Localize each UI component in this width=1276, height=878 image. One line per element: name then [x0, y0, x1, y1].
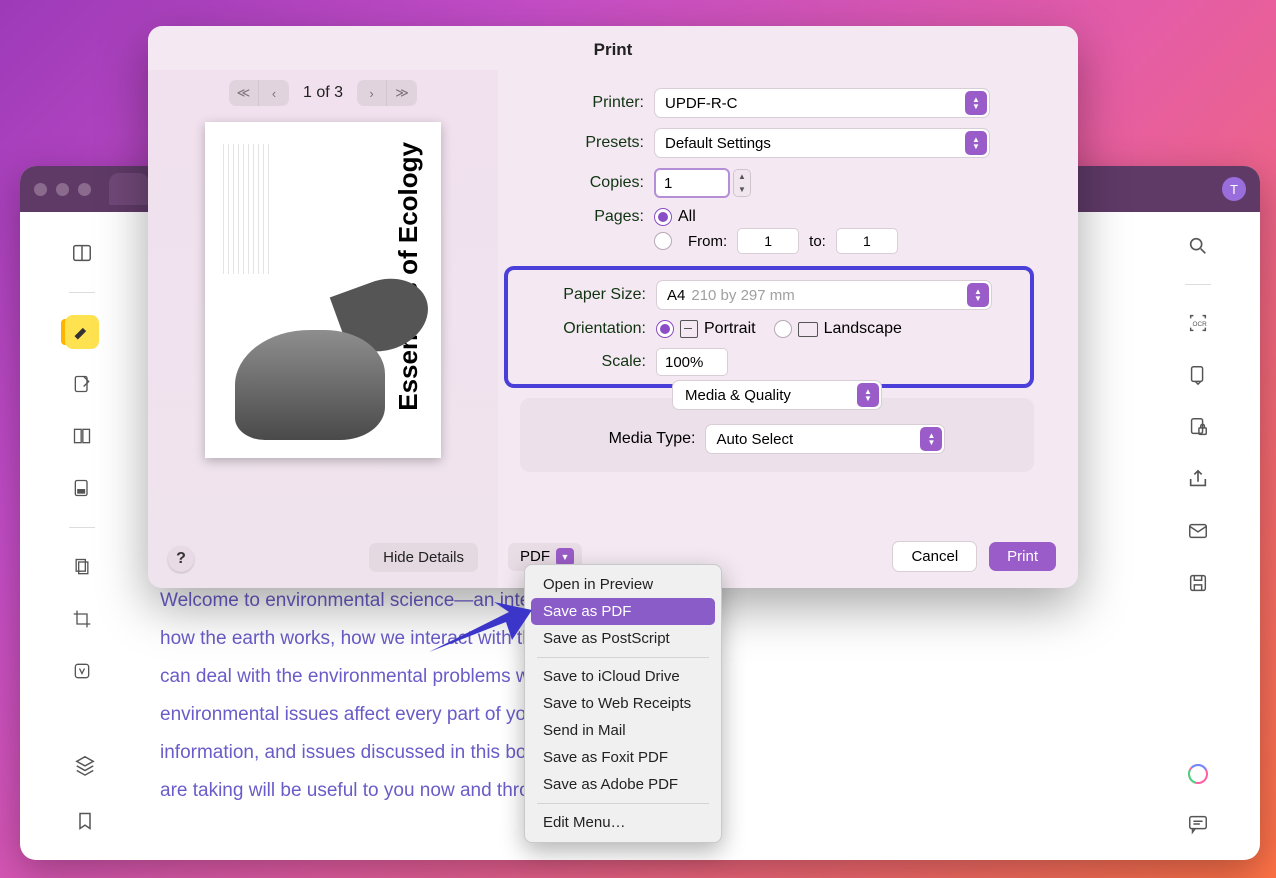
presets-value: Default Settings [665, 135, 771, 152]
page-tool-icon[interactable] [65, 550, 99, 584]
menu-save-web-receipts[interactable]: Save to Web Receipts [531, 690, 715, 717]
layers-icon[interactable] [68, 748, 102, 782]
preview-pane: ≪ ‹ 1 of 3 › ≫ Essentials of Ecology ? H… [148, 70, 498, 588]
hide-details-button[interactable]: Hide Details [369, 543, 478, 572]
protect-icon[interactable] [1184, 413, 1212, 441]
media-type-value: Auto Select [716, 431, 793, 448]
stepper-down-icon[interactable]: ▼ [734, 183, 750, 196]
pages-from-label: From: [688, 233, 727, 250]
page-counter: 1 of 3 [303, 84, 343, 102]
first-page-icon[interactable]: ≪ [229, 80, 259, 106]
scale-input[interactable] [656, 348, 728, 376]
user-avatar[interactable]: T [1222, 177, 1246, 201]
portrait-radio[interactable] [656, 320, 674, 338]
updf-logo-icon[interactable] [1184, 760, 1212, 788]
orientation-label: Orientation: [508, 320, 656, 338]
portrait-label: Portrait [704, 320, 756, 338]
edit-tool-icon[interactable] [65, 367, 99, 401]
copies-stepper[interactable]: ▲▼ [733, 169, 751, 197]
comment-icon[interactable] [1184, 810, 1212, 838]
chevron-updown-icon: ▲▼ [965, 131, 987, 155]
pdf-dropdown-menu: Open in Preview Save as PDF Save as Post… [524, 564, 722, 843]
menu-save-adobe[interactable]: Save as Adobe PDF [531, 771, 715, 798]
pages-all-radio[interactable] [654, 208, 672, 226]
pages-all-label: All [678, 208, 696, 226]
pages-from-input[interactable] [737, 228, 799, 254]
prev-page-icon[interactable]: ‹ [259, 80, 289, 106]
ocr-tool-icon[interactable] [65, 654, 99, 688]
menu-send-mail[interactable]: Send in Mail [531, 717, 715, 744]
portrait-icon [680, 320, 698, 338]
menu-save-as-pdf[interactable]: Save as PDF [531, 598, 715, 625]
reader-tool-icon[interactable] [65, 236, 99, 270]
section-value: Media & Quality [685, 387, 791, 404]
highlight-tool-icon[interactable] [65, 315, 99, 349]
next-page-group[interactable]: › ≫ [357, 80, 417, 106]
pdf-label: PDF [520, 548, 550, 565]
presets-select[interactable]: Default Settings ▲▼ [654, 128, 990, 158]
copies-input[interactable] [654, 168, 730, 198]
right-toolbar: OCR [1170, 232, 1226, 597]
ocr-panel-icon[interactable]: OCR [1184, 309, 1212, 337]
organize-tool-icon[interactable] [65, 419, 99, 453]
pages-label: Pages: [506, 208, 654, 226]
menu-open-preview[interactable]: Open in Preview [531, 571, 715, 598]
printer-select[interactable]: UPDF-R-C ▲▼ [654, 88, 990, 118]
scale-label: Scale: [508, 353, 656, 371]
printer-label: Printer: [506, 94, 654, 112]
annotation-arrow-icon [424, 592, 534, 662]
pages-to-input[interactable] [836, 228, 898, 254]
cancel-button[interactable]: Cancel [892, 541, 977, 572]
paper-size-value: A4 [667, 287, 685, 304]
settings-pane: Printer: UPDF-R-C ▲▼ Presets: Default Se… [498, 70, 1078, 588]
landscape-radio[interactable] [774, 320, 792, 338]
menu-separator [537, 803, 709, 804]
media-type-select[interactable]: Auto Select ▲▼ [705, 424, 945, 454]
share-icon[interactable] [1184, 465, 1212, 493]
media-quality-section: Media & Quality ▲▼ Media Type: Auto Sele… [520, 398, 1034, 472]
dialog-title: Print [148, 26, 1078, 70]
pages-to-label: to: [809, 233, 826, 250]
window-controls[interactable] [34, 183, 91, 196]
print-button[interactable]: Print [989, 542, 1056, 571]
mail-icon[interactable] [1184, 517, 1212, 545]
prev-page-group[interactable]: ≪ ‹ [229, 80, 289, 106]
bookmark-icon[interactable] [68, 804, 102, 838]
menu-edit-menu[interactable]: Edit Menu… [531, 809, 715, 836]
help-button[interactable]: ? [168, 546, 194, 572]
crop-tool-icon[interactable] [65, 602, 99, 636]
pages-range-radio[interactable] [654, 232, 672, 250]
paper-size-label: Paper Size: [508, 286, 656, 304]
menu-save-icloud[interactable]: Save to iCloud Drive [531, 663, 715, 690]
last-page-icon[interactable]: ≫ [387, 80, 417, 106]
paper-size-select[interactable]: A4 210 by 297 mm ▲▼ [656, 280, 992, 310]
media-type-label: Media Type: [609, 430, 696, 448]
chevron-updown-icon: ▲▼ [857, 383, 879, 407]
save-icon[interactable] [1184, 569, 1212, 597]
search-icon[interactable] [1184, 232, 1212, 260]
next-page-icon[interactable]: › [357, 80, 387, 106]
chevron-updown-icon: ▲▼ [920, 427, 942, 451]
section-select[interactable]: Media & Quality ▲▼ [672, 380, 882, 410]
chevron-down-icon: ▼ [556, 548, 574, 566]
menu-save-as-postscript[interactable]: Save as PostScript [531, 625, 715, 652]
chevron-updown-icon: ▲▼ [965, 91, 987, 115]
presets-label: Presets: [506, 134, 654, 152]
paper-size-dimensions: 210 by 297 mm [691, 287, 794, 304]
landscape-icon [798, 322, 818, 337]
convert-icon[interactable] [1184, 361, 1212, 389]
menu-separator [537, 657, 709, 658]
printer-value: UPDF-R-C [665, 95, 738, 112]
copies-label: Copies: [506, 174, 654, 192]
highlighted-settings-box: Paper Size: A4 210 by 297 mm ▲▼ Orientat… [504, 266, 1034, 388]
svg-text:OCR: OCR [1193, 321, 1208, 328]
menu-save-foxit[interactable]: Save as Foxit PDF [531, 744, 715, 771]
stepper-up-icon[interactable]: ▲ [734, 170, 750, 183]
landscape-label: Landscape [824, 320, 902, 338]
document-tab[interactable] [109, 173, 149, 205]
chevron-updown-icon: ▲▼ [967, 283, 989, 307]
page-thumbnail: Essentials of Ecology [205, 122, 441, 458]
redact-tool-icon[interactable] [65, 471, 99, 505]
print-dialog: Print ≪ ‹ 1 of 3 › ≫ Essentials of Ecolo… [148, 26, 1078, 588]
